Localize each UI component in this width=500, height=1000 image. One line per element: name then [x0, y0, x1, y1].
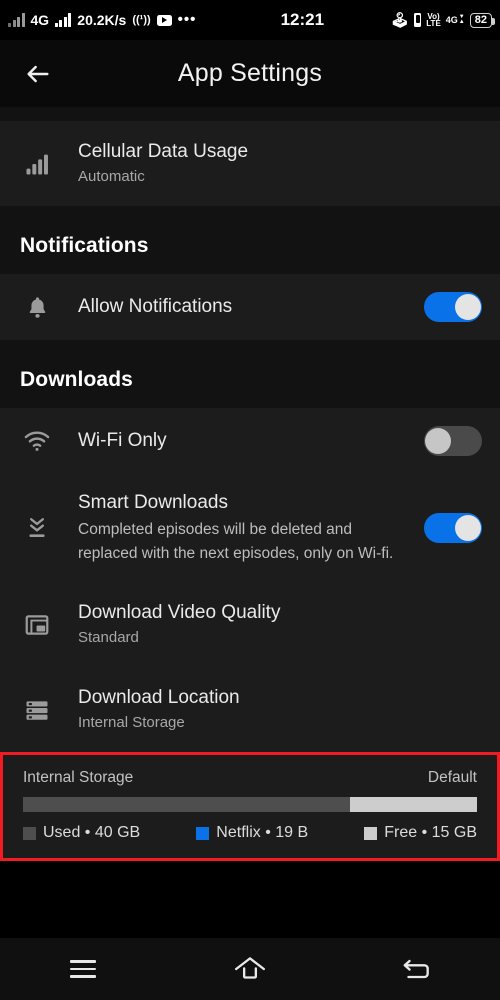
- toggle-knob: [455, 294, 481, 320]
- row-download-video-quality[interactable]: Download Video Quality Standard: [0, 582, 500, 667]
- home-icon: [235, 957, 265, 979]
- row-wifi-only[interactable]: Wi-Fi Only: [0, 408, 500, 474]
- legend-swatch-netflix: [196, 826, 210, 840]
- back-button-nav[interactable]: [333, 938, 500, 1000]
- legend-label-netflix: Netflix • 19 B: [216, 824, 309, 841]
- status-bar: 4G 20.2K/s ((¹)) ••• 12:21 🕹 Vo) LTE 4G …: [0, 0, 500, 40]
- row-title: Wi-Fi Only: [78, 430, 167, 451]
- wifi-icon: [16, 427, 58, 455]
- row-cellular-data-usage[interactable]: Cellular Data Usage Automatic: [0, 121, 500, 206]
- status-bar-center: 12:21: [196, 10, 390, 30]
- battery-indicator: 82: [469, 12, 496, 28]
- legend-item-used: Used • 40 GB: [23, 824, 140, 842]
- volte-icon: Vo) LTE: [426, 12, 441, 28]
- section-notifications: Notifications: [0, 206, 500, 274]
- storage-server-icon: [16, 696, 58, 724]
- back-nav-icon: [403, 959, 429, 979]
- row-title: Download Video Quality: [78, 602, 281, 623]
- storage-segment-used: [23, 797, 350, 812]
- menu-recents-icon: [70, 955, 97, 982]
- storage-usage-bar: [23, 797, 477, 812]
- row-title: Download Location: [78, 687, 240, 708]
- storage-legend: Used • 40 GB Netflix • 19 B Free • 15 GB: [23, 824, 477, 842]
- youtube-icon: [156, 14, 172, 26]
- video-layout-icon: [16, 611, 58, 639]
- row-title: Cellular Data Usage: [78, 141, 249, 162]
- system-navigation-bar: [0, 938, 500, 1000]
- bluetooth-icon: 🕹: [390, 12, 410, 29]
- legend-swatch-free: [364, 826, 378, 840]
- legend-swatch-used: [23, 826, 36, 840]
- row-subtitle: Internal Storage: [78, 714, 185, 731]
- legend-item-netflix: Netflix • 19 B: [140, 824, 364, 842]
- status-bar-left: 4G 20.2K/s ((¹)) •••: [8, 12, 196, 28]
- row-download-location[interactable]: Download Location Internal Storage: [0, 667, 500, 752]
- legend-label-used: Used • 40 GB: [43, 824, 141, 841]
- row-allow-notifications[interactable]: Allow Notifications: [0, 274, 500, 340]
- cast-icon: ((¹)): [132, 14, 151, 26]
- signal-bars-icon: [16, 150, 58, 178]
- sim-network-label: 4G: [445, 15, 458, 25]
- download-chevrons-icon: [16, 514, 58, 542]
- row-subtitle: Standard: [78, 629, 139, 646]
- status-bar-right: 🕹 Vo) LTE 4G ▼ ▲ 82: [390, 11, 496, 29]
- legend-item-free: Free • 15 GB: [364, 824, 477, 842]
- row-smart-downloads[interactable]: Smart Downloads Completed episodes will …: [0, 474, 500, 582]
- signal-strength-sim2-icon: [54, 13, 72, 27]
- row-description: Completed episodes will be deleted and r…: [78, 521, 394, 562]
- data-speed-label: 20.2K/s: [77, 12, 127, 28]
- back-arrow-icon: [27, 65, 49, 82]
- row-text: Allow Notifications: [78, 294, 404, 320]
- section-title: Notifications: [20, 234, 149, 257]
- spacer: [0, 107, 500, 121]
- vibrate-icon: [414, 13, 422, 27]
- section-downloads: Downloads: [0, 340, 500, 408]
- row-title: Allow Notifications: [78, 296, 233, 317]
- signal-strength-icon: [8, 13, 25, 27]
- row-text: Smart Downloads Completed episodes will …: [78, 490, 404, 566]
- row-text: Download Location Internal Storage: [78, 685, 482, 734]
- row-text: Cellular Data Usage Automatic: [78, 139, 482, 188]
- wifi-only-toggle[interactable]: [424, 426, 482, 456]
- status-clock: 12:21: [280, 10, 325, 29]
- toggle-knob: [455, 515, 481, 541]
- storage-badge: Default: [427, 769, 477, 786]
- legend-label-free: Free • 15 GB: [384, 824, 477, 841]
- row-text: Download Video Quality Standard: [78, 600, 482, 649]
- data-transfer-arrows-icon: ▼ ▲: [458, 14, 465, 25]
- toggle-knob: [425, 428, 451, 454]
- ellipsis-icon: •••: [177, 11, 197, 28]
- mobile-data-icon: 4G ▼ ▲: [445, 14, 465, 25]
- bell-icon: [16, 294, 58, 321]
- smart-downloads-toggle[interactable]: [424, 513, 482, 543]
- section-title: Downloads: [20, 368, 133, 391]
- back-button[interactable]: [10, 46, 66, 102]
- storage-segment-free: [349, 797, 477, 812]
- volte-bottom-label: LTE: [426, 19, 441, 28]
- row-title: Smart Downloads: [78, 492, 228, 513]
- app-bar: App Settings: [0, 40, 500, 107]
- storage-header: Internal Storage Default: [23, 769, 477, 787]
- row-text: Wi-Fi Only: [78, 428, 404, 454]
- page-title: App Settings: [177, 59, 323, 87]
- storage-label: Internal Storage: [23, 769, 134, 786]
- allow-notifications-toggle[interactable]: [424, 292, 482, 322]
- recents-button[interactable]: [0, 938, 167, 1000]
- home-button[interactable]: [167, 938, 334, 1000]
- internal-storage-panel: Internal Storage Default Used • 40 GB Ne…: [0, 752, 500, 861]
- row-subtitle: Automatic: [78, 168, 145, 185]
- network-type-label: 4G: [30, 12, 49, 28]
